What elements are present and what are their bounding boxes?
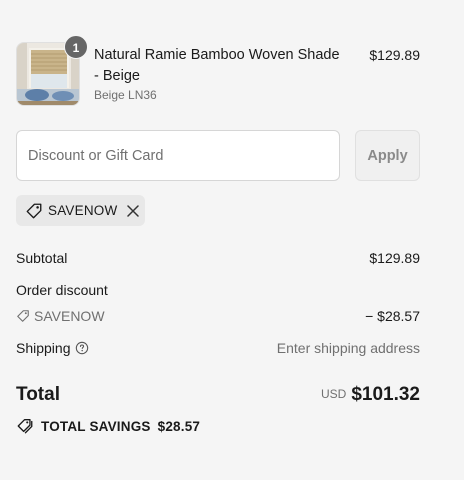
order-discount-label: Order discount: [16, 282, 108, 298]
shipping-label: Shipping: [16, 340, 71, 356]
quantity-badge: 1: [64, 35, 88, 59]
product-title: Natural Ramie Bamboo Woven Shade - Beige: [94, 47, 340, 84]
order-summary: 1 Natural Ramie Bamboo Woven Shade - Bei…: [0, 0, 464, 480]
discount-code-input[interactable]: [16, 130, 340, 181]
product-price: $129.89: [369, 47, 420, 63]
question-circle-icon[interactable]: [75, 341, 89, 355]
total-savings: TOTAL SAVINGS $28.57: [16, 417, 200, 435]
total-label: Total: [16, 384, 60, 405]
total-value-wrapper: USD $101.32: [321, 384, 420, 406]
tag-icon: [17, 310, 29, 322]
tags-icon: [17, 419, 33, 434]
tag-icon: [26, 203, 42, 218]
currency-code: USD: [320, 387, 347, 401]
total-value: $101.32: [351, 384, 420, 405]
order-discount-code: SAVENOW: [16, 308, 105, 324]
subtotal-value: $129.89: [369, 250, 420, 266]
line-item: 1 Natural Ramie Bamboo Woven Shade - Bei…: [16, 35, 420, 106]
product-thumbnail-wrapper: 1: [16, 35, 88, 106]
close-icon[interactable]: [126, 204, 140, 218]
total-savings-label: TOTAL SAVINGS: [41, 418, 151, 434]
applied-discount-chip: SAVENOW: [16, 195, 145, 226]
shipping-value: Enter shipping address: [276, 340, 420, 356]
applied-discount-code: SAVENOW: [48, 203, 118, 218]
total-savings-value: $28.57: [157, 418, 201, 434]
apply-discount-button[interactable]: Apply: [355, 130, 420, 181]
order-discount-code-text: SAVENOW: [34, 308, 105, 324]
order-discount-value: − $28.57: [365, 308, 420, 324]
product-variant: Beige LN36: [94, 88, 157, 102]
subtotal-label: Subtotal: [16, 250, 68, 266]
shipping-label-wrapper: Shipping: [16, 340, 89, 356]
